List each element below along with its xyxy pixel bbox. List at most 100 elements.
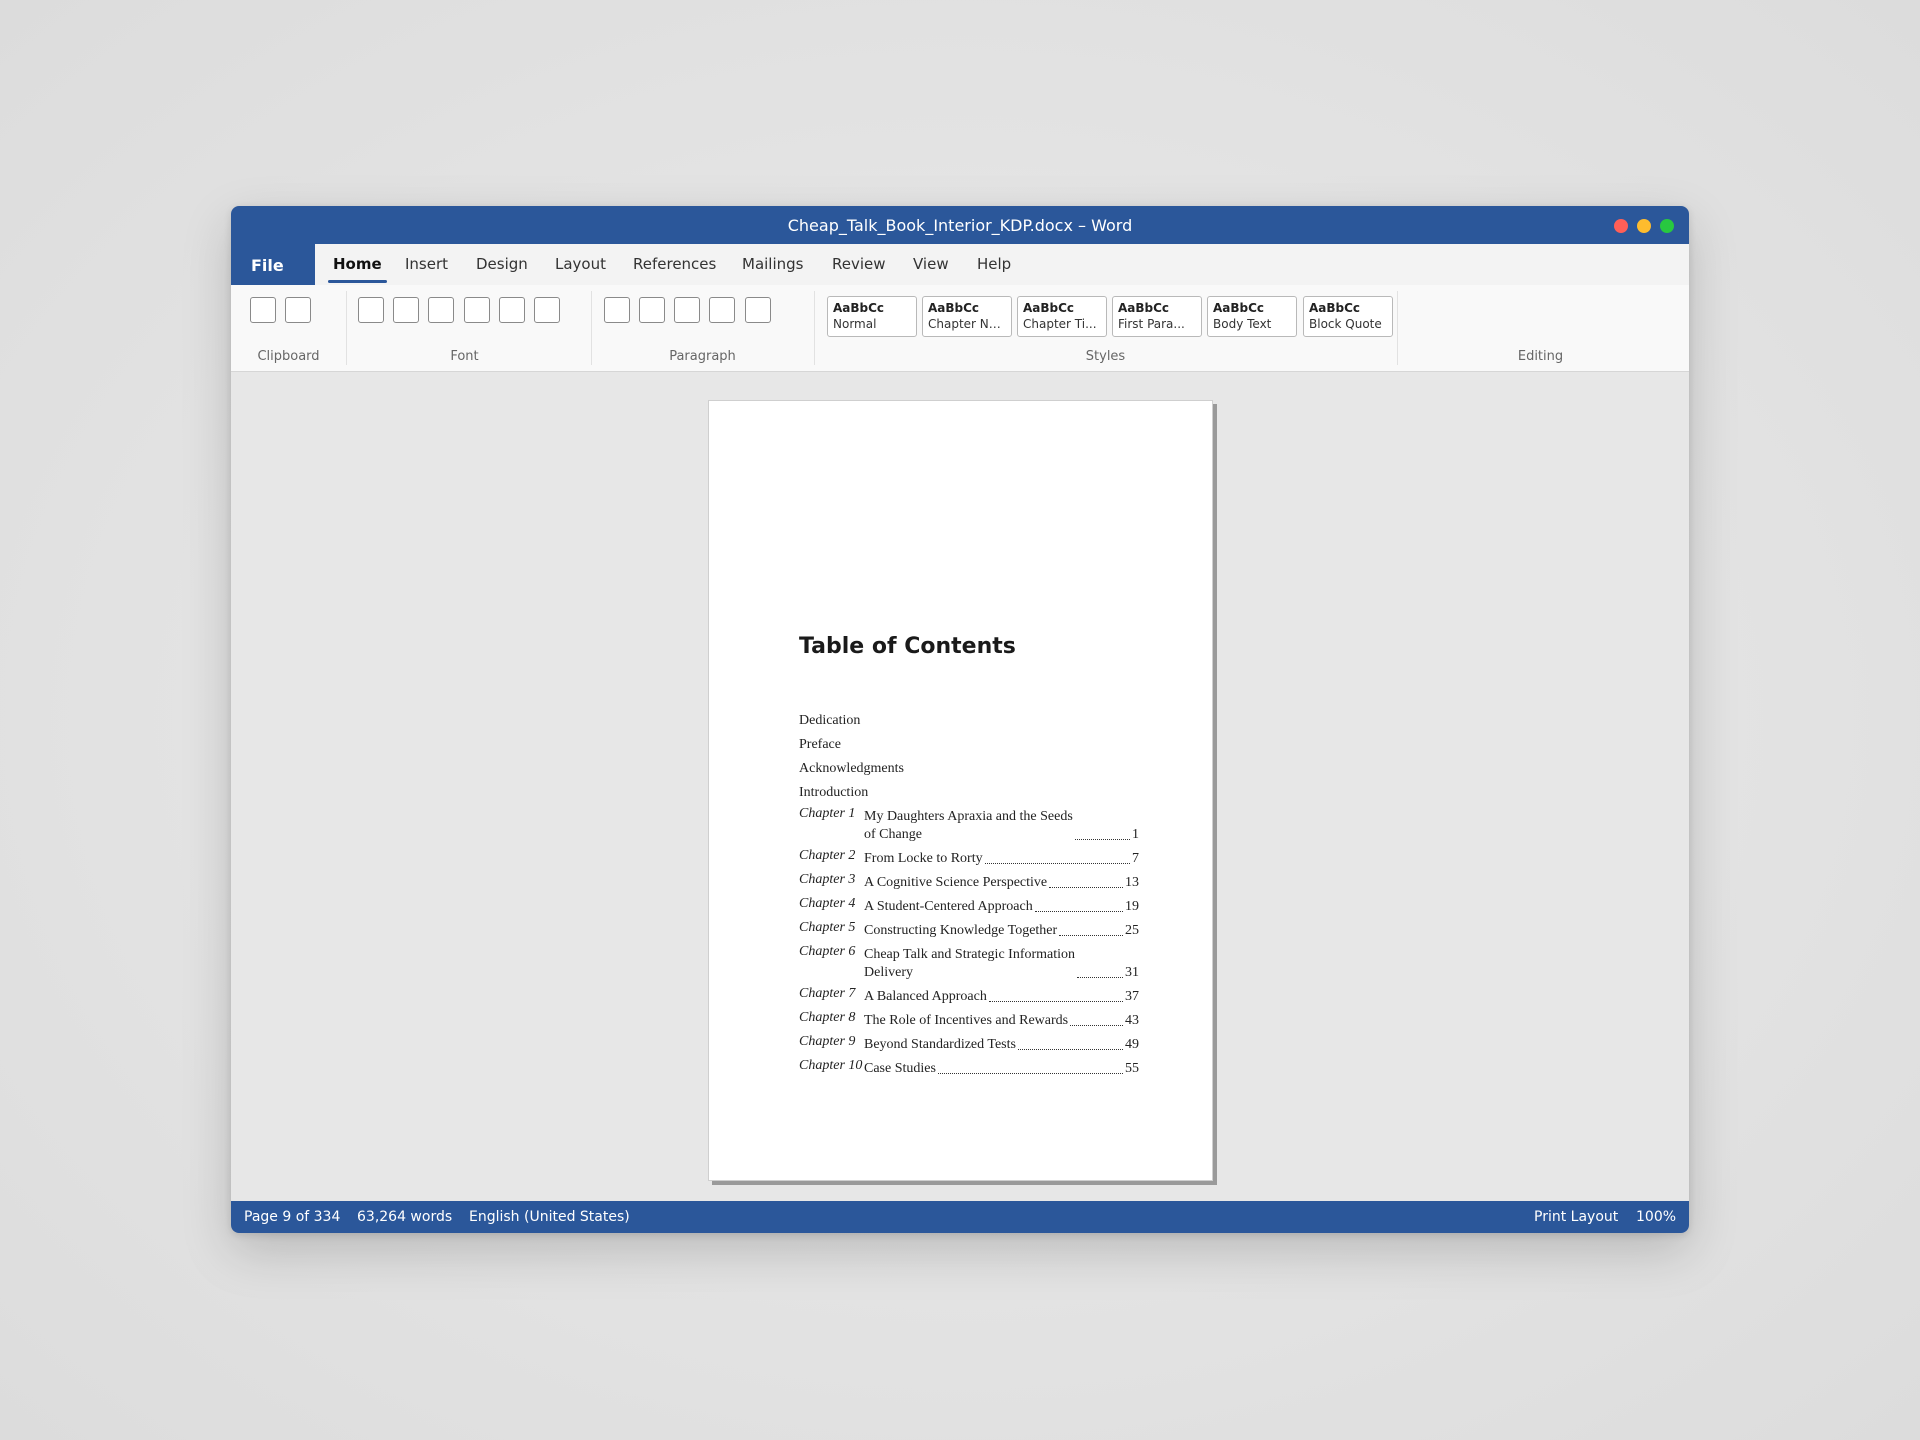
toc-chapter-row[interactable]: Chapter 7 A Balanced Approach 37 <box>799 982 1139 1006</box>
status-language[interactable]: English (United States) <box>469 1201 630 1233</box>
toc-chapter-label: Chapter 10 <box>799 1058 863 1073</box>
toc-page-number: 1 <box>1132 827 1139 842</box>
ribbon-tabs: File Home Insert Design Layout Reference… <box>231 244 1689 285</box>
copy-button[interactable] <box>285 297 311 323</box>
minimize-button[interactable] <box>1637 219 1651 233</box>
dot-leader <box>984 863 1130 864</box>
paragraph-button-2[interactable] <box>639 297 665 323</box>
toc-chapter-body: Beyond Standardized Tests 49 <box>864 1036 1139 1054</box>
toc-chapter-body: A Cognitive Science Perspective 13 <box>864 874 1139 892</box>
toc-title-line: Cheap Talk and Strategic Information <box>864 947 1076 962</box>
group-label-paragraph: Paragraph <box>669 349 736 364</box>
toc-chapter-label: Chapter 8 <box>799 1010 856 1025</box>
status-zoom-level[interactable]: 100% <box>1636 1201 1676 1233</box>
toc-chapter-row[interactable]: Chapter 6 Cheap Talk and Strategic Infor… <box>799 940 1139 982</box>
document-canvas[interactable]: Table of Contents Dedication Preface Ack… <box>231 372 1689 1195</box>
tab-insert[interactable]: Insert <box>405 244 448 285</box>
tab-home[interactable]: Home <box>328 244 387 285</box>
dot-leader <box>1059 935 1123 936</box>
style-sample: AaBbCc <box>1309 301 1361 315</box>
font-button-4[interactable] <box>464 297 490 323</box>
dot-leader <box>937 1073 1123 1074</box>
paste-button[interactable] <box>250 297 276 323</box>
style-sample: AaBbCc <box>928 301 980 315</box>
toc-chapter-title: A Cognitive Science Perspective <box>864 875 1048 890</box>
style-name: Chapter Ti... <box>1023 317 1097 331</box>
toc-title-line: Delivery <box>864 965 913 980</box>
document-page[interactable]: Table of Contents Dedication Preface Ack… <box>708 400 1213 1181</box>
toc-chapter-label: Chapter 7 <box>799 986 856 1001</box>
toc-entry-text: Preface <box>799 737 841 752</box>
tab-layout[interactable]: Layout <box>555 244 606 285</box>
font-button-6[interactable] <box>534 297 560 323</box>
toc-chapter-title: From Locke to Rorty <box>864 851 983 866</box>
style-body-text[interactable]: AaBbCc Body Text <box>1207 296 1297 337</box>
style-name: Normal <box>833 317 877 331</box>
toc-chapter-title: My Daughters Apraxia and the Seeds of Cha… <box>864 808 1073 844</box>
tab-review[interactable]: Review <box>832 244 886 285</box>
style-normal[interactable]: AaBbCc Normal <box>827 296 917 337</box>
style-name: Chapter Nu... <box>928 317 1006 331</box>
style-chapter-number[interactable]: AaBbCc Chapter Nu... <box>922 296 1012 337</box>
font-button-2[interactable] <box>393 297 419 323</box>
toc-chapter-row[interactable]: Chapter 9 Beyond Standardized Tests 49 <box>799 1030 1139 1054</box>
status-bar: Page 9 of 334 63,264 words English (Unit… <box>231 1201 1689 1233</box>
toc-entry-text: Introduction <box>799 785 869 800</box>
paragraph-button-1[interactable] <box>604 297 630 323</box>
toc-chapter-body: A Student-Centered Approach 19 <box>864 898 1139 916</box>
tab-view[interactable]: View <box>913 244 949 285</box>
dot-leader <box>1017 1049 1123 1050</box>
style-sample: AaBbCc <box>1118 301 1170 315</box>
toc-front-matter-item[interactable]: Introduction <box>799 778 1139 802</box>
toc-page-number: 37 <box>1125 989 1139 1004</box>
tab-help[interactable]: Help <box>977 244 1011 285</box>
toc-chapter-row[interactable]: Chapter 3 A Cognitive Science Perspectiv… <box>799 868 1139 892</box>
toc-chapter-body: Case Studies 55 <box>864 1060 1139 1078</box>
toc-front-matter-item[interactable]: Acknowledgments <box>799 754 1139 778</box>
toc-chapter-row[interactable]: Chapter 10 Case Studies 55 <box>799 1054 1139 1078</box>
table-of-contents: Dedication Preface Acknowledgments Intro… <box>799 706 1139 1078</box>
toc-chapter-title: Beyond Standardized Tests <box>864 1037 1016 1052</box>
tab-design[interactable]: Design <box>476 244 528 285</box>
status-view-mode[interactable]: Print Layout <box>1534 1201 1618 1233</box>
status-word-count[interactable]: 63,264 words <box>357 1201 452 1233</box>
tab-mailings[interactable]: Mailings <box>742 244 803 285</box>
toc-page-number: 49 <box>1125 1037 1139 1052</box>
close-button[interactable] <box>1614 219 1628 233</box>
toc-chapter-row[interactable]: Chapter 4 A Student-Centered Approach 19 <box>799 892 1139 916</box>
status-page-count[interactable]: Page 9 of 334 <box>244 1201 340 1233</box>
toc-page-number: 31 <box>1125 965 1139 980</box>
style-sample: AaBbCc <box>1023 301 1075 315</box>
font-button-1[interactable] <box>358 297 384 323</box>
toc-page-number: 25 <box>1125 923 1139 938</box>
toc-chapter-body: Cheap Talk and Strategic Information Deli… <box>864 946 1139 982</box>
maximize-button[interactable] <box>1660 219 1674 233</box>
toc-chapter-title: The Role of Incentives and Rewards <box>864 1013 1069 1028</box>
toc-chapter-row[interactable]: Chapter 1 My Daughters Apraxia and the S… <box>799 802 1139 844</box>
toc-chapter-body: A Balanced Approach 37 <box>864 988 1139 1006</box>
toc-chapter-row[interactable]: Chapter 8 The Role of Incentives and Rew… <box>799 1006 1139 1030</box>
paragraph-button-3[interactable] <box>674 297 700 323</box>
font-button-3[interactable] <box>428 297 454 323</box>
style-block-quote[interactable]: AaBbCc Block Quote <box>1303 296 1393 337</box>
toc-chapter-title: Cheap Talk and Strategic Information Deli… <box>864 946 1075 982</box>
tab-references[interactable]: References <box>633 244 716 285</box>
tab-file[interactable]: File <box>231 244 315 285</box>
toc-chapter-body: From Locke to Rorty 7 <box>864 850 1139 868</box>
dot-leader <box>1077 977 1123 978</box>
toc-page-number: 7 <box>1132 851 1139 866</box>
style-chapter-title[interactable]: AaBbCc Chapter Ti... <box>1017 296 1107 337</box>
toc-chapter-label: Chapter 9 <box>799 1034 856 1049</box>
toc-page-number: 19 <box>1125 899 1139 914</box>
font-button-5[interactable] <box>499 297 525 323</box>
paragraph-button-5[interactable] <box>745 297 771 323</box>
toc-chapter-row[interactable]: Chapter 2 From Locke to Rorty 7 <box>799 844 1139 868</box>
toc-chapter-row[interactable]: Chapter 5 Constructing Knowledge Togethe… <box>799 916 1139 940</box>
paragraph-button-4[interactable] <box>709 297 735 323</box>
toc-chapter-label: Chapter 6 <box>799 944 856 959</box>
style-first-paragraph[interactable]: AaBbCc First Para... <box>1112 296 1202 337</box>
toc-front-matter-item[interactable]: Preface <box>799 730 1139 754</box>
style-sample: AaBbCc <box>1213 301 1265 315</box>
toc-front-matter-item[interactable]: Dedication <box>799 706 1139 730</box>
toc-chapter-body: The Role of Incentives and Rewards 43 <box>864 1012 1139 1030</box>
